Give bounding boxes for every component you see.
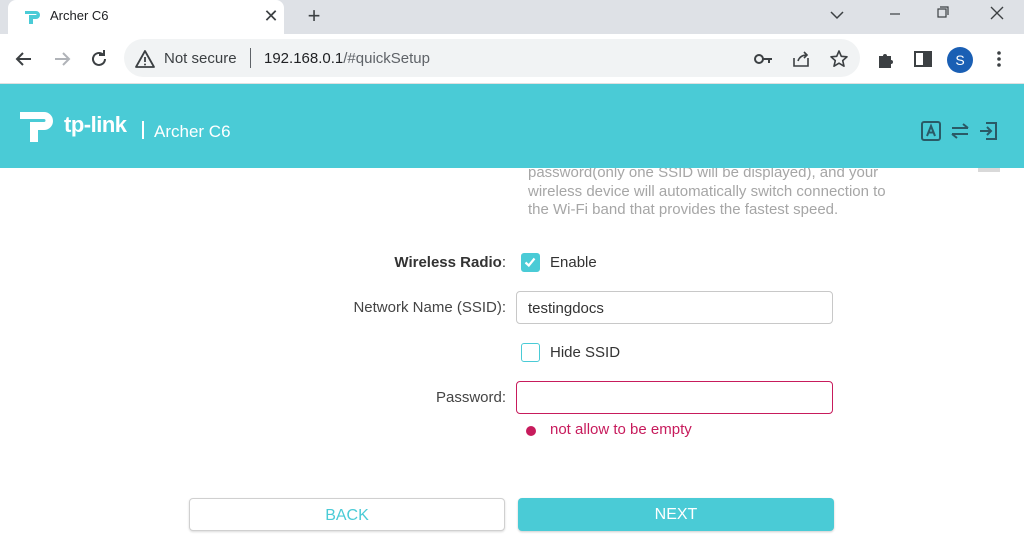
share-icon[interactable] bbox=[790, 48, 812, 70]
extensions-icon[interactable] bbox=[875, 48, 897, 70]
url-path: /#quickSetup bbox=[343, 50, 430, 67]
tab-close-icon[interactable]: ✕ bbox=[260, 5, 282, 27]
password-label: Password: bbox=[435, 389, 506, 406]
wireless-radio-label: Wireless Radio: bbox=[394, 254, 506, 271]
next-button[interactable]: NEXT bbox=[518, 498, 834, 531]
key-icon[interactable] bbox=[752, 48, 774, 70]
tp-link-favicon-icon bbox=[25, 11, 40, 24]
url-host: 192.168.0.1 bbox=[264, 50, 344, 67]
router-header: tp-link Archer C6 bbox=[0, 84, 1024, 168]
enable-label[interactable]: Enable bbox=[550, 254, 597, 271]
address-separator bbox=[250, 48, 251, 68]
band-steering-description: password(only one SSID will be displayed… bbox=[528, 168, 886, 218]
password-input[interactable] bbox=[516, 381, 833, 414]
logout-icon[interactable] bbox=[977, 120, 999, 142]
not-secure-label[interactable]: Not secure bbox=[164, 50, 237, 67]
password-error-message: not allow to be empty bbox=[550, 421, 692, 438]
tab-search-chevron-icon[interactable] bbox=[812, 0, 862, 34]
browser-tab[interactable]: Archer C6 ✕ bbox=[8, 0, 284, 34]
scrollbar-thumb[interactable] bbox=[978, 168, 1000, 172]
checkmark-icon bbox=[524, 257, 536, 268]
brand-logo-text: tp-link bbox=[64, 112, 127, 137]
back-arrow-icon[interactable] bbox=[10, 45, 38, 73]
model-name: Archer C6 bbox=[154, 122, 231, 141]
header-separator bbox=[142, 121, 144, 139]
minimize-icon[interactable] bbox=[870, 0, 920, 34]
browser-toolbar: Not secure 192.168.0.1/#quickSetup S bbox=[0, 34, 1024, 84]
warning-icon[interactable] bbox=[134, 48, 156, 70]
restore-icon[interactable] bbox=[918, 0, 968, 34]
enable-checkbox[interactable] bbox=[521, 253, 540, 272]
switch-mode-icon[interactable] bbox=[949, 120, 971, 142]
url-text[interactable]: 192.168.0.1/#quickSetup bbox=[264, 50, 430, 67]
tp-link-logo-icon bbox=[20, 112, 53, 142]
address-bar[interactable]: Not secure 192.168.0.1/#quickSetup bbox=[124, 39, 860, 77]
window-close-icon[interactable] bbox=[972, 0, 1022, 34]
wireless-radio-colon: : bbox=[501, 254, 506, 271]
ssid-input[interactable]: testingdocs bbox=[516, 291, 833, 324]
ssid-label: Network Name (SSID): bbox=[353, 299, 506, 316]
hide-ssid-checkbox[interactable] bbox=[521, 343, 540, 362]
language-icon[interactable] bbox=[920, 120, 942, 142]
wireless-radio-text: Wireless Radio bbox=[394, 254, 502, 271]
side-panel-icon[interactable] bbox=[912, 48, 934, 70]
quick-setup-wireless-panel: password(only one SSID will be displayed… bbox=[0, 168, 1024, 537]
back-button[interactable]: BACK bbox=[189, 498, 505, 531]
tab-title: Archer C6 bbox=[50, 8, 109, 23]
profile-avatar[interactable]: S bbox=[947, 47, 973, 73]
browser-tab-strip: Archer C6 ✕ + bbox=[0, 0, 1024, 34]
hide-ssid-label[interactable]: Hide SSID bbox=[550, 344, 620, 361]
new-tab-button[interactable]: + bbox=[300, 3, 328, 31]
bookmark-star-icon[interactable] bbox=[828, 48, 850, 70]
reload-icon[interactable] bbox=[85, 45, 113, 73]
more-menu-icon[interactable] bbox=[988, 48, 1010, 70]
error-dot-icon bbox=[526, 426, 536, 436]
forward-arrow-icon[interactable] bbox=[48, 45, 76, 73]
